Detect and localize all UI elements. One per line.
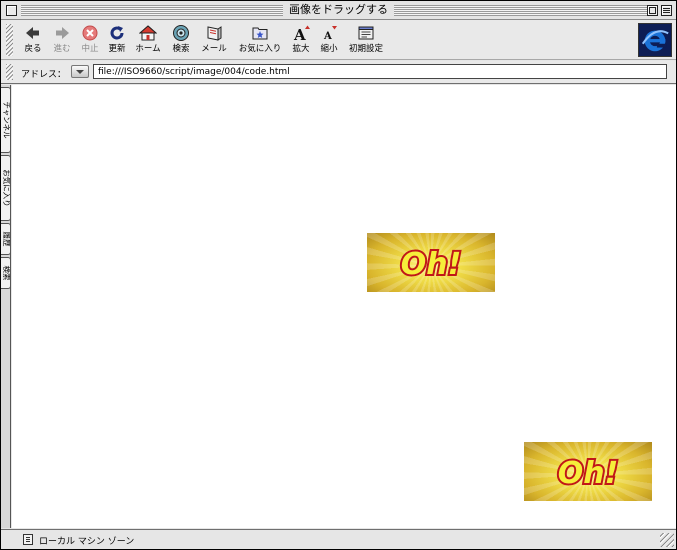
address-bar: アドレス： (1, 61, 676, 84)
explorer-side-tabs: チャンネル お気に入り 履歴 検索 (1, 85, 11, 528)
security-zone-icon (23, 534, 33, 545)
oh-image-graphic: Oh! (556, 454, 621, 493)
page-content: Oh! Oh! (12, 85, 670, 528)
toolbar-grip[interactable] (6, 24, 13, 56)
content-right-edge (670, 85, 676, 528)
forward-arrow-icon (56, 27, 69, 39)
address-bar-grip[interactable] (6, 64, 13, 80)
status-bar: ローカル マシン ゾーン (1, 529, 676, 549)
home-button[interactable]: ホーム (133, 24, 163, 58)
oh-image-graphic: Oh! (399, 245, 464, 284)
resize-grip[interactable] (660, 533, 674, 547)
back-button-label: 戻る (24, 44, 42, 54)
zoom-box[interactable] (647, 5, 658, 16)
forward-button-label: 進む (53, 44, 71, 54)
security-zone-text: ローカル マシン ゾーン (39, 537, 135, 547)
window-title: 画像をドラッグする (283, 3, 394, 16)
collapse-box[interactable] (661, 5, 672, 16)
text-larger-label: 拡大 (292, 44, 310, 54)
address-input[interactable] (93, 64, 667, 79)
address-label: アドレス： (21, 70, 67, 80)
stop-button-label: 中止 (81, 44, 99, 54)
ie-logo[interactable] (638, 23, 672, 57)
refresh-button-label: 更新 (108, 44, 126, 54)
favorites-button-label: お気に入り (238, 44, 282, 54)
preferences-button[interactable]: 初期設定 (346, 24, 386, 58)
svg-text:A: A (323, 31, 332, 42)
svg-text:A: A (293, 26, 306, 42)
sidetab-favorites[interactable]: お気に入り (1, 155, 11, 221)
sidetab-channels-label: チャンネル (1, 101, 11, 139)
ie-e-icon (641, 30, 669, 52)
search-icon (173, 25, 189, 41)
preferences-button-label: 初期設定 (348, 44, 383, 54)
text-smaller-label: 縮小 (320, 44, 338, 54)
refresh-button[interactable]: 更新 (105, 24, 129, 58)
mail-button[interactable]: メール (199, 24, 229, 58)
draggable-oh-image[interactable]: Oh! (524, 442, 652, 501)
sidetab-search[interactable]: 検索 (1, 257, 11, 289)
favorites-button[interactable]: お気に入り (235, 24, 285, 58)
sidetab-history-label: 履歴 (1, 231, 11, 247)
sidetab-channels[interactable]: チャンネル (1, 87, 11, 153)
search-button[interactable]: 検索 (169, 24, 193, 58)
oh-image-text: Oh! (401, 247, 462, 282)
text-smaller-button[interactable]: A 縮小 (318, 24, 340, 58)
oh-image-text: Oh! (558, 456, 619, 491)
preferences-icon (358, 26, 374, 40)
back-button[interactable]: 戻る (21, 24, 45, 58)
draggable-oh-image[interactable]: Oh! (367, 233, 495, 292)
stop-button[interactable]: 中止 (78, 24, 102, 58)
back-arrow-icon (26, 27, 39, 39)
mail-button-label: メール (201, 44, 227, 54)
title-bar[interactable]: 画像をドラッグする (1, 1, 676, 20)
toolbar: 戻る 進む 中止 更新 ホーム 検索 メール お気に入り A 拡大 A 縮小 初… (1, 20, 676, 60)
home-button-label: ホーム (135, 44, 161, 54)
window-title-wrap: 画像をドラッグする (1, 3, 676, 17)
stop-icon (82, 25, 98, 41)
mail-icon (207, 26, 222, 41)
home-icon (139, 25, 157, 41)
sidetab-favorites-label: お気に入り (1, 169, 11, 207)
refresh-icon (110, 26, 124, 40)
search-button-label: 検索 (172, 44, 190, 54)
favorites-icon (252, 27, 268, 40)
sidetab-history[interactable]: 履歴 (1, 223, 11, 255)
browser-window: 画像をドラッグする 戻る 進む 中止 更新 ホーム 検索 メール お気に入り A… (0, 0, 677, 550)
address-history-dropdown[interactable] (71, 65, 89, 78)
text-larger-icon: A (293, 25, 310, 42)
sidetab-search-label: 検索 (1, 265, 11, 281)
text-smaller-icon: A (323, 26, 337, 42)
text-larger-button[interactable]: A 拡大 (290, 24, 312, 58)
forward-button[interactable]: 進む (50, 24, 74, 58)
